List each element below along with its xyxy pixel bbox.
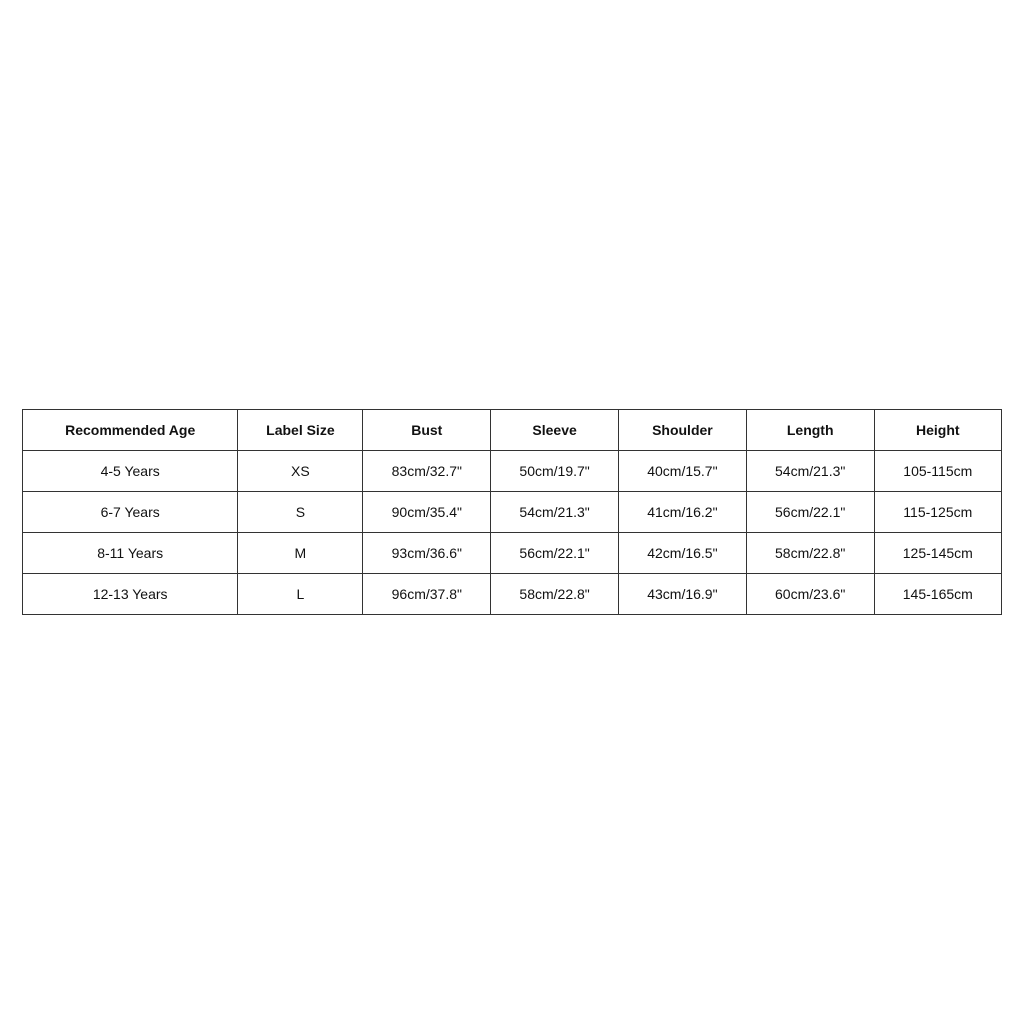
- cell-height: 145-165cm: [874, 574, 1001, 615]
- cell-age: 8-11 Years: [23, 533, 238, 574]
- cell-label-size: M: [238, 533, 363, 574]
- cell-sleeve: 50cm/19.7": [491, 451, 619, 492]
- table-row: 4-5 YearsXS83cm/32.7"50cm/19.7"40cm/15.7…: [23, 451, 1002, 492]
- cell-shoulder: 40cm/15.7": [619, 451, 747, 492]
- cell-sleeve: 54cm/21.3": [491, 492, 619, 533]
- cell-height: 105-115cm: [874, 451, 1001, 492]
- cell-age: 6-7 Years: [23, 492, 238, 533]
- col-header-length: Length: [746, 410, 874, 451]
- size-chart-table: Recommended Age Label Size Bust Sleeve S…: [22, 409, 1002, 615]
- col-header-bust: Bust: [363, 410, 491, 451]
- cell-bust: 96cm/37.8": [363, 574, 491, 615]
- cell-age: 4-5 Years: [23, 451, 238, 492]
- cell-length: 60cm/23.6": [746, 574, 874, 615]
- table-row: 8-11 YearsM93cm/36.6"56cm/22.1"42cm/16.5…: [23, 533, 1002, 574]
- cell-shoulder: 42cm/16.5": [619, 533, 747, 574]
- col-header-age: Recommended Age: [23, 410, 238, 451]
- cell-bust: 93cm/36.6": [363, 533, 491, 574]
- col-header-height: Height: [874, 410, 1001, 451]
- cell-bust: 83cm/32.7": [363, 451, 491, 492]
- cell-shoulder: 41cm/16.2": [619, 492, 747, 533]
- cell-sleeve: 56cm/22.1": [491, 533, 619, 574]
- col-header-sleeve: Sleeve: [491, 410, 619, 451]
- cell-shoulder: 43cm/16.9": [619, 574, 747, 615]
- cell-height: 115-125cm: [874, 492, 1001, 533]
- col-header-shoulder: Shoulder: [619, 410, 747, 451]
- cell-label-size: S: [238, 492, 363, 533]
- table-header-row: Recommended Age Label Size Bust Sleeve S…: [23, 410, 1002, 451]
- cell-length: 58cm/22.8": [746, 533, 874, 574]
- size-chart-container: Recommended Age Label Size Bust Sleeve S…: [22, 409, 1002, 615]
- cell-bust: 90cm/35.4": [363, 492, 491, 533]
- table-row: 12-13 YearsL96cm/37.8"58cm/22.8"43cm/16.…: [23, 574, 1002, 615]
- cell-length: 56cm/22.1": [746, 492, 874, 533]
- cell-label-size: XS: [238, 451, 363, 492]
- cell-sleeve: 58cm/22.8": [491, 574, 619, 615]
- col-header-label-size: Label Size: [238, 410, 363, 451]
- cell-length: 54cm/21.3": [746, 451, 874, 492]
- cell-age: 12-13 Years: [23, 574, 238, 615]
- cell-height: 125-145cm: [874, 533, 1001, 574]
- cell-label-size: L: [238, 574, 363, 615]
- table-row: 6-7 YearsS90cm/35.4"54cm/21.3"41cm/16.2"…: [23, 492, 1002, 533]
